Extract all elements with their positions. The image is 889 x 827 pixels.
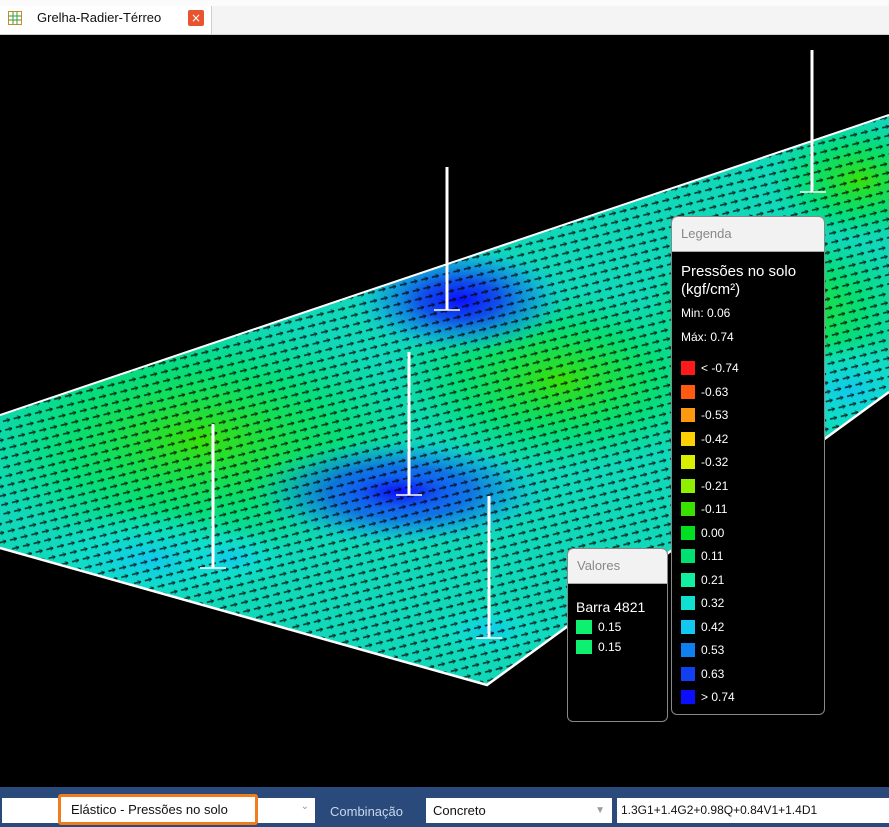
legend-item: > 0.74: [681, 690, 824, 714]
chevron-down-icon: ⌄: [300, 801, 309, 812]
combination-label: Combinação: [330, 804, 403, 819]
analysis-select[interactable]: Elástico - Pressões no solo: [58, 794, 258, 825]
legend-value: -0.32: [701, 455, 729, 469]
legend-items: < -0.74 -0.63 -0.53 -0.42 -0.32 -0.21 -0.11 0.0…: [681, 361, 824, 714]
legend-swatch: [681, 619, 695, 634]
values-header: Valores: [568, 549, 667, 584]
close-icon[interactable]: ×: [188, 10, 204, 26]
legend-value: -0.21: [701, 478, 729, 493]
value-text: 0.15: [598, 640, 622, 654]
legend-title-line1: Pressões no solo: [681, 263, 797, 280]
grid-icon: [8, 11, 22, 25]
legend-swatch: [681, 431, 695, 446]
legend-item: < -0.74: [681, 361, 824, 385]
combination-formula[interactable]: 1.3G1+1.4G2+0.98Q+0.84V1+1.4D1: [617, 798, 889, 823]
legend-item: 0.11: [681, 549, 824, 573]
legend-swatch: [681, 572, 695, 587]
legend-value: -0.11: [701, 502, 728, 516]
legend-swatch: [681, 455, 695, 469]
legend-item: -0.21: [681, 478, 824, 503]
legend-min: Min: 0.06: [681, 306, 731, 320]
legend-value: 0.00: [701, 525, 725, 540]
legend-item: 0.53: [681, 643, 824, 667]
values-list: 0.15 0.15: [568, 619, 667, 655]
legend-title-line2: (kgf/cm²): [681, 281, 741, 298]
legend-swatch: [681, 690, 695, 704]
legend-swatch: [681, 525, 695, 540]
tab-bar: Grelha-Radier-Térreo ×: [0, 0, 889, 35]
legend-title: Pressões no solo (kgf/cm²): [681, 263, 824, 299]
legend-value: 0.53: [701, 643, 725, 657]
legend-max: Máx: 0.74: [681, 330, 734, 344]
legend-value: > 0.74: [701, 690, 735, 704]
legend-swatch: [681, 502, 695, 516]
bottom-toolbar: ⌄ Elástico - Pressões no solo Combinação…: [0, 787, 889, 827]
legend-item: -0.42: [681, 431, 824, 456]
value-row: 0.15: [576, 639, 667, 655]
legend-swatch: [681, 384, 695, 399]
legend-item: 0.32: [681, 596, 824, 620]
legend-value: -0.63: [701, 384, 729, 399]
legend-swatch: [681, 643, 695, 657]
legend-value: 0.11: [701, 549, 724, 563]
legend-value: 0.21: [701, 572, 725, 587]
value-text: 0.15: [598, 620, 622, 634]
legend-value: -0.42: [701, 431, 729, 446]
legend-value: < -0.74: [701, 361, 739, 375]
view-selector[interactable]: [2, 798, 60, 823]
legend-swatch: [681, 549, 695, 563]
combination-value: Concreto: [433, 803, 486, 818]
legend-value: -0.53: [701, 408, 729, 422]
analysis-dropdown-arrow[interactable]: ⌄: [258, 798, 315, 823]
legend-swatch: [681, 361, 695, 375]
values-panel[interactable]: Valores Barra 4821 0.15 0.15: [567, 548, 668, 722]
legend-item: 0.00: [681, 525, 824, 550]
document-tab[interactable]: Grelha-Radier-Térreo ×: [0, 6, 212, 34]
legend-header: Legenda: [672, 217, 824, 252]
legend-value: 0.42: [701, 619, 725, 634]
legend-value: 0.63: [701, 666, 725, 681]
legend-item: -0.32: [681, 455, 824, 479]
legend-item: -0.11: [681, 502, 824, 526]
legend-swatch: [681, 478, 695, 493]
legend-item: -0.63: [681, 384, 824, 409]
legend-swatch: [681, 408, 695, 422]
legend-panel[interactable]: Legenda Pressões no solo (kgf/cm²) Min: …: [671, 216, 825, 715]
value-row: 0.15: [576, 619, 667, 635]
legend-swatch: [681, 666, 695, 681]
value-swatch: [576, 640, 592, 654]
value-swatch: [576, 620, 592, 634]
tab-title: Grelha-Radier-Térreo: [37, 10, 162, 25]
legend-item: 0.21: [681, 572, 824, 597]
legend-item: 0.63: [681, 666, 824, 691]
bar-label: Barra 4821: [576, 599, 646, 615]
legend-item: 0.42: [681, 619, 824, 644]
legend-value: 0.32: [701, 596, 725, 610]
chevron-down-icon: ▼: [595, 805, 605, 816]
combination-select[interactable]: Concreto ▼: [426, 798, 612, 823]
legend-swatch: [681, 596, 695, 610]
legend-item: -0.53: [681, 408, 824, 432]
